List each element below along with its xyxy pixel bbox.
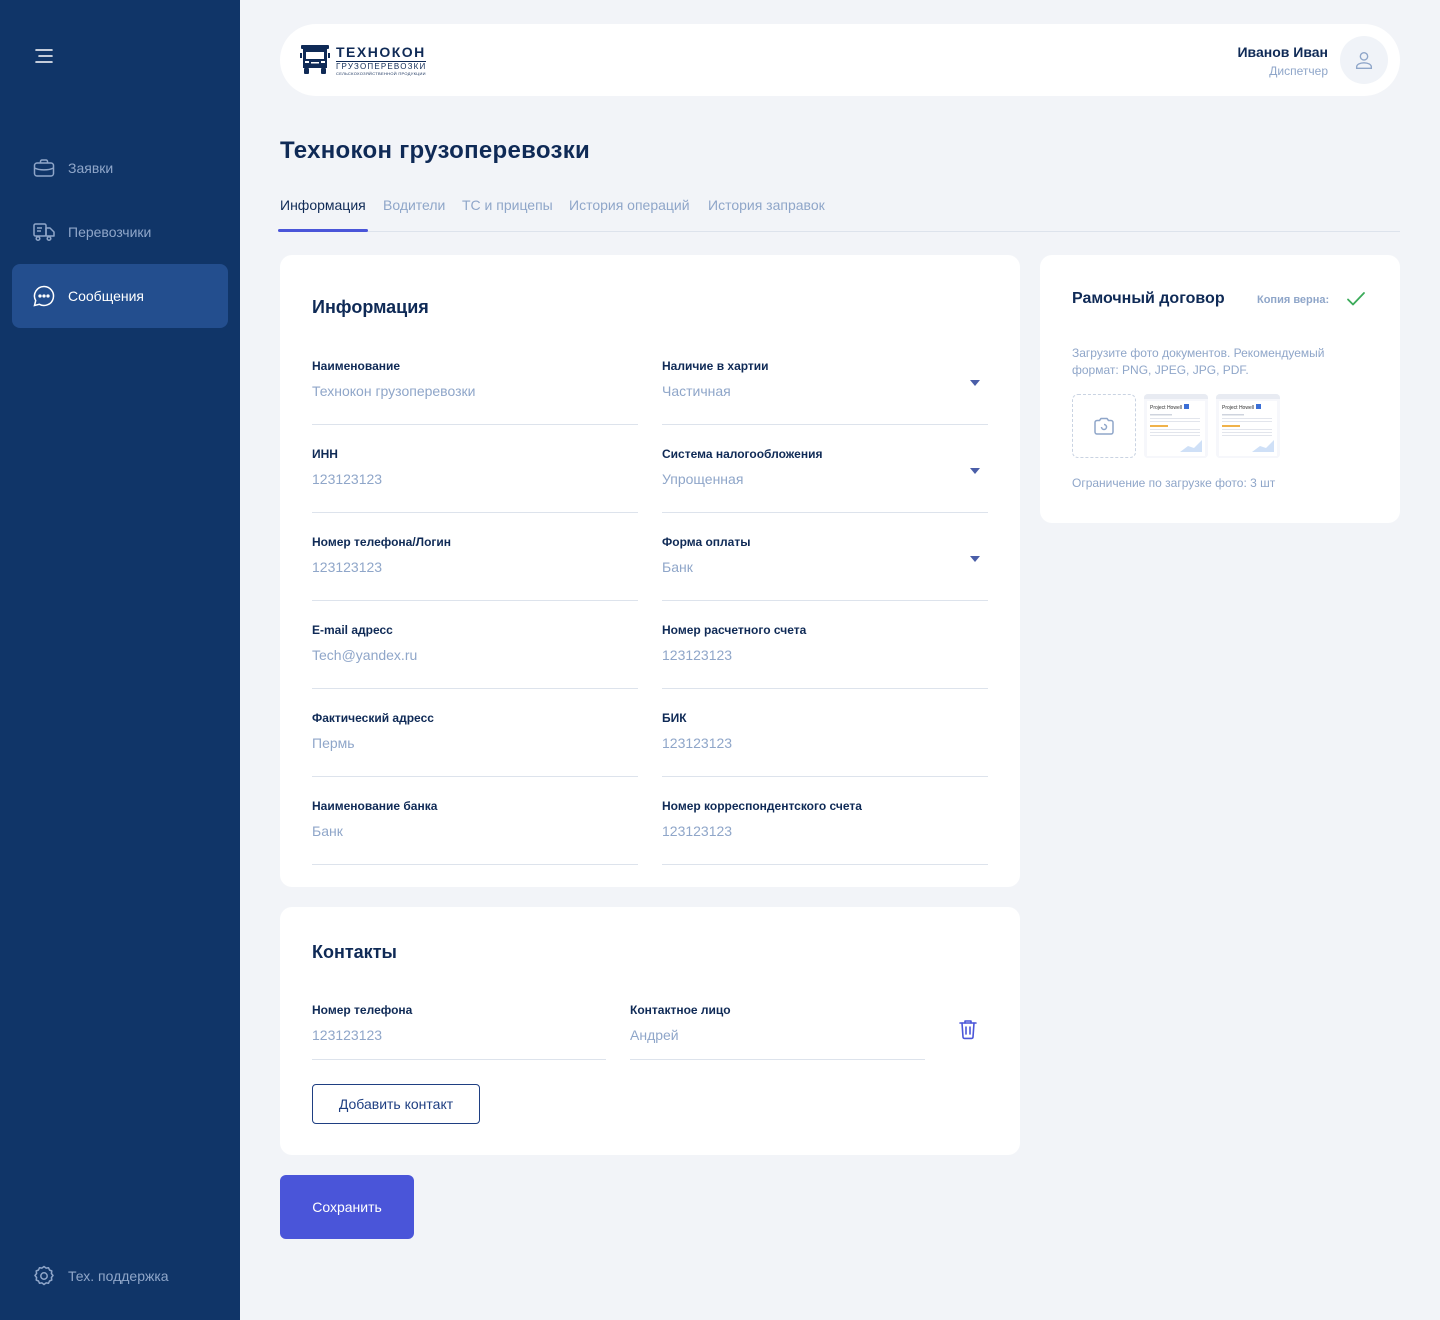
tab-operations-history[interactable]: История операций — [569, 197, 690, 213]
field-label: Форма оплаты — [662, 535, 751, 549]
check-icon — [1347, 292, 1365, 306]
copy-verified-label: Копия верна: — [1257, 294, 1330, 306]
caret-down-icon[interactable] — [970, 379, 980, 387]
charter-select[interactable]: Наличие в хартии Частичная — [662, 359, 988, 425]
field-value: Упрощенная — [662, 471, 744, 487]
correspondent-account-field[interactable]: Номер корреспондентского счета 123123123 — [662, 799, 988, 865]
top-header: ТЕХНОКОН ГРУЗОПЕРЕВОЗКИ СЕЛЬСКОХОЗЯЙСТВЕ… — [280, 24, 1400, 96]
contract-title: Рамочный договор — [1072, 290, 1225, 307]
account-number-field[interactable]: Номер расчетного счета 123123123 — [662, 623, 988, 689]
user-role: Диспетчер — [1269, 64, 1328, 78]
support-link[interactable]: Тех. поддержка — [32, 1264, 169, 1288]
field-label: Номер корреспондентского счета — [662, 799, 862, 813]
chat-icon — [32, 284, 56, 308]
upload-limit-note: Ограничение по загрузке фото: 3 шт — [1072, 476, 1276, 490]
logo-subtitle: ГРУЗОПЕРЕВОЗКИ — [336, 60, 427, 71]
info-card: Информация Наименование Технокон грузопе… — [280, 255, 1020, 887]
field-label: Номер телефона — [312, 1003, 413, 1017]
svg-text:Project Howell: Project Howell — [1150, 405, 1182, 411]
field-label: Наименование банка — [312, 799, 438, 813]
tax-system-select[interactable]: Система налогообложения Упрощенная — [662, 447, 988, 513]
contacts-card: Контакты Номер телефона 123123123 Контак… — [280, 907, 1020, 1155]
sidebar-item-label: Сообщения — [68, 288, 144, 304]
caret-down-icon[interactable] — [970, 555, 980, 563]
field-value: Банк — [662, 559, 693, 575]
contact-person-field[interactable]: Контактное лицо Андрей — [630, 1003, 925, 1060]
active-tab-indicator — [278, 229, 368, 232]
field-value: 123123123 — [662, 647, 733, 663]
document-thumbnail[interactable]: Project Howell — [1144, 394, 1208, 458]
field-label: Номер расчетного счета — [662, 623, 807, 637]
field-value: Пермь — [312, 735, 355, 751]
field-value: Технокон грузоперевозки — [312, 383, 476, 399]
field-value: Андрей — [630, 1027, 679, 1043]
tab-drivers[interactable]: Водители — [383, 197, 445, 213]
trash-icon[interactable] — [956, 1017, 980, 1041]
field-label: Номер телефона/Логин — [312, 535, 452, 549]
tab-vehicles[interactable]: ТС и прицепы — [462, 197, 553, 213]
tab-information[interactable]: Информация — [280, 197, 366, 213]
field-label: БИК — [662, 711, 687, 725]
field-value: 123123123 — [312, 471, 383, 487]
sidebar-item-label: Перевозчики — [68, 224, 152, 240]
field-value: Частичная — [662, 383, 731, 399]
field-value: 123123123 — [662, 823, 733, 839]
field-value: 123123123 — [662, 735, 733, 751]
upload-hint: Загрузите фото документов. Рекомендуемый… — [1072, 346, 1325, 377]
avatar[interactable] — [1340, 36, 1388, 84]
bik-field[interactable]: БИК 123123123 — [662, 711, 988, 777]
field-value: 123123123 — [312, 1027, 383, 1043]
truck-icon — [32, 220, 56, 244]
briefcase-icon — [32, 156, 56, 180]
sidebar-item-requests[interactable]: Заявки — [12, 136, 228, 200]
logo-tagline: СЕЛЬСКОХОЗЯЙСТВЕННОЙ ПРОДУКЦИИ — [336, 70, 426, 76]
user-name: Иванов Иван — [1237, 44, 1328, 60]
field-value: Tech@yandex.ru — [312, 647, 418, 663]
page-title: Технокон грузоперевозки — [280, 137, 591, 164]
hamburger-icon[interactable] — [34, 46, 54, 66]
payment-form-select[interactable]: Форма оплаты Банк — [662, 535, 988, 601]
company-name-field[interactable]: Наименование Технокон грузоперевозки — [312, 359, 638, 425]
support-label: Тех. поддержка — [68, 1268, 169, 1284]
save-button[interactable]: Сохранить — [280, 1175, 414, 1239]
logo-title: ТЕХНОКОН — [336, 43, 426, 60]
contract-card: Рамочный договор Копия верна: Загрузите … — [1040, 255, 1400, 523]
address-field[interactable]: Фактический адресс Пермь — [312, 711, 638, 777]
contacts-card-title: Контакты — [312, 942, 397, 962]
contact-phone-field[interactable]: Номер телефона 123123123 — [312, 1003, 606, 1060]
field-label: E-mail адресс — [312, 623, 393, 637]
add-contact-button[interactable]: Добавить контакт — [312, 1084, 480, 1124]
tab-fuel-history[interactable]: История заправок — [708, 197, 825, 213]
user-info: Иванов Иван Диспетчер — [1237, 44, 1328, 78]
svg-text:Project Howell: Project Howell — [1222, 405, 1254, 411]
field-label: Контактное лицо — [630, 1003, 731, 1017]
field-label: Наименование — [312, 359, 401, 373]
document-thumbnail[interactable]: Project Howell — [1216, 394, 1280, 458]
inn-field[interactable]: ИНН 123123123 — [312, 447, 638, 513]
field-value: 123123123 — [312, 559, 383, 575]
company-logo[interactable]: ТЕХНОКОН ГРУЗОПЕРЕВОЗКИ СЕЛЬСКОХОЗЯЙСТВЕ… — [300, 43, 427, 76]
email-field[interactable]: E-mail адресс Tech@yandex.ru — [312, 623, 638, 689]
sidebar: Заявки Перевозчики Сообщения Тех. поддер… — [0, 0, 240, 1320]
phone-login-field[interactable]: Номер телефона/Логин 123123123 — [312, 535, 638, 601]
camera-icon — [1094, 417, 1114, 435]
tab-bar: Информация Водители ТС и прицепы История… — [278, 192, 1400, 232]
field-label: Система налогообложения — [662, 447, 823, 461]
info-card-title: Информация — [312, 297, 429, 317]
sidebar-item-messages[interactable]: Сообщения — [12, 264, 228, 328]
user-icon — [1355, 51, 1373, 69]
sidebar-item-carriers[interactable]: Перевозчики — [12, 200, 228, 264]
bank-name-field[interactable]: Наименование банка Банк — [312, 799, 638, 865]
truck-logo-icon — [300, 45, 330, 74]
field-value: Банк — [312, 823, 343, 839]
field-label: ИНН — [312, 447, 338, 461]
sidebar-item-label: Заявки — [68, 160, 114, 176]
field-label: Фактический адресс — [312, 711, 434, 725]
field-label: Наличие в хартии — [662, 359, 769, 373]
caret-down-icon[interactable] — [970, 467, 980, 475]
upload-photo-button[interactable] — [1072, 394, 1136, 458]
gear-icon — [32, 1264, 56, 1288]
